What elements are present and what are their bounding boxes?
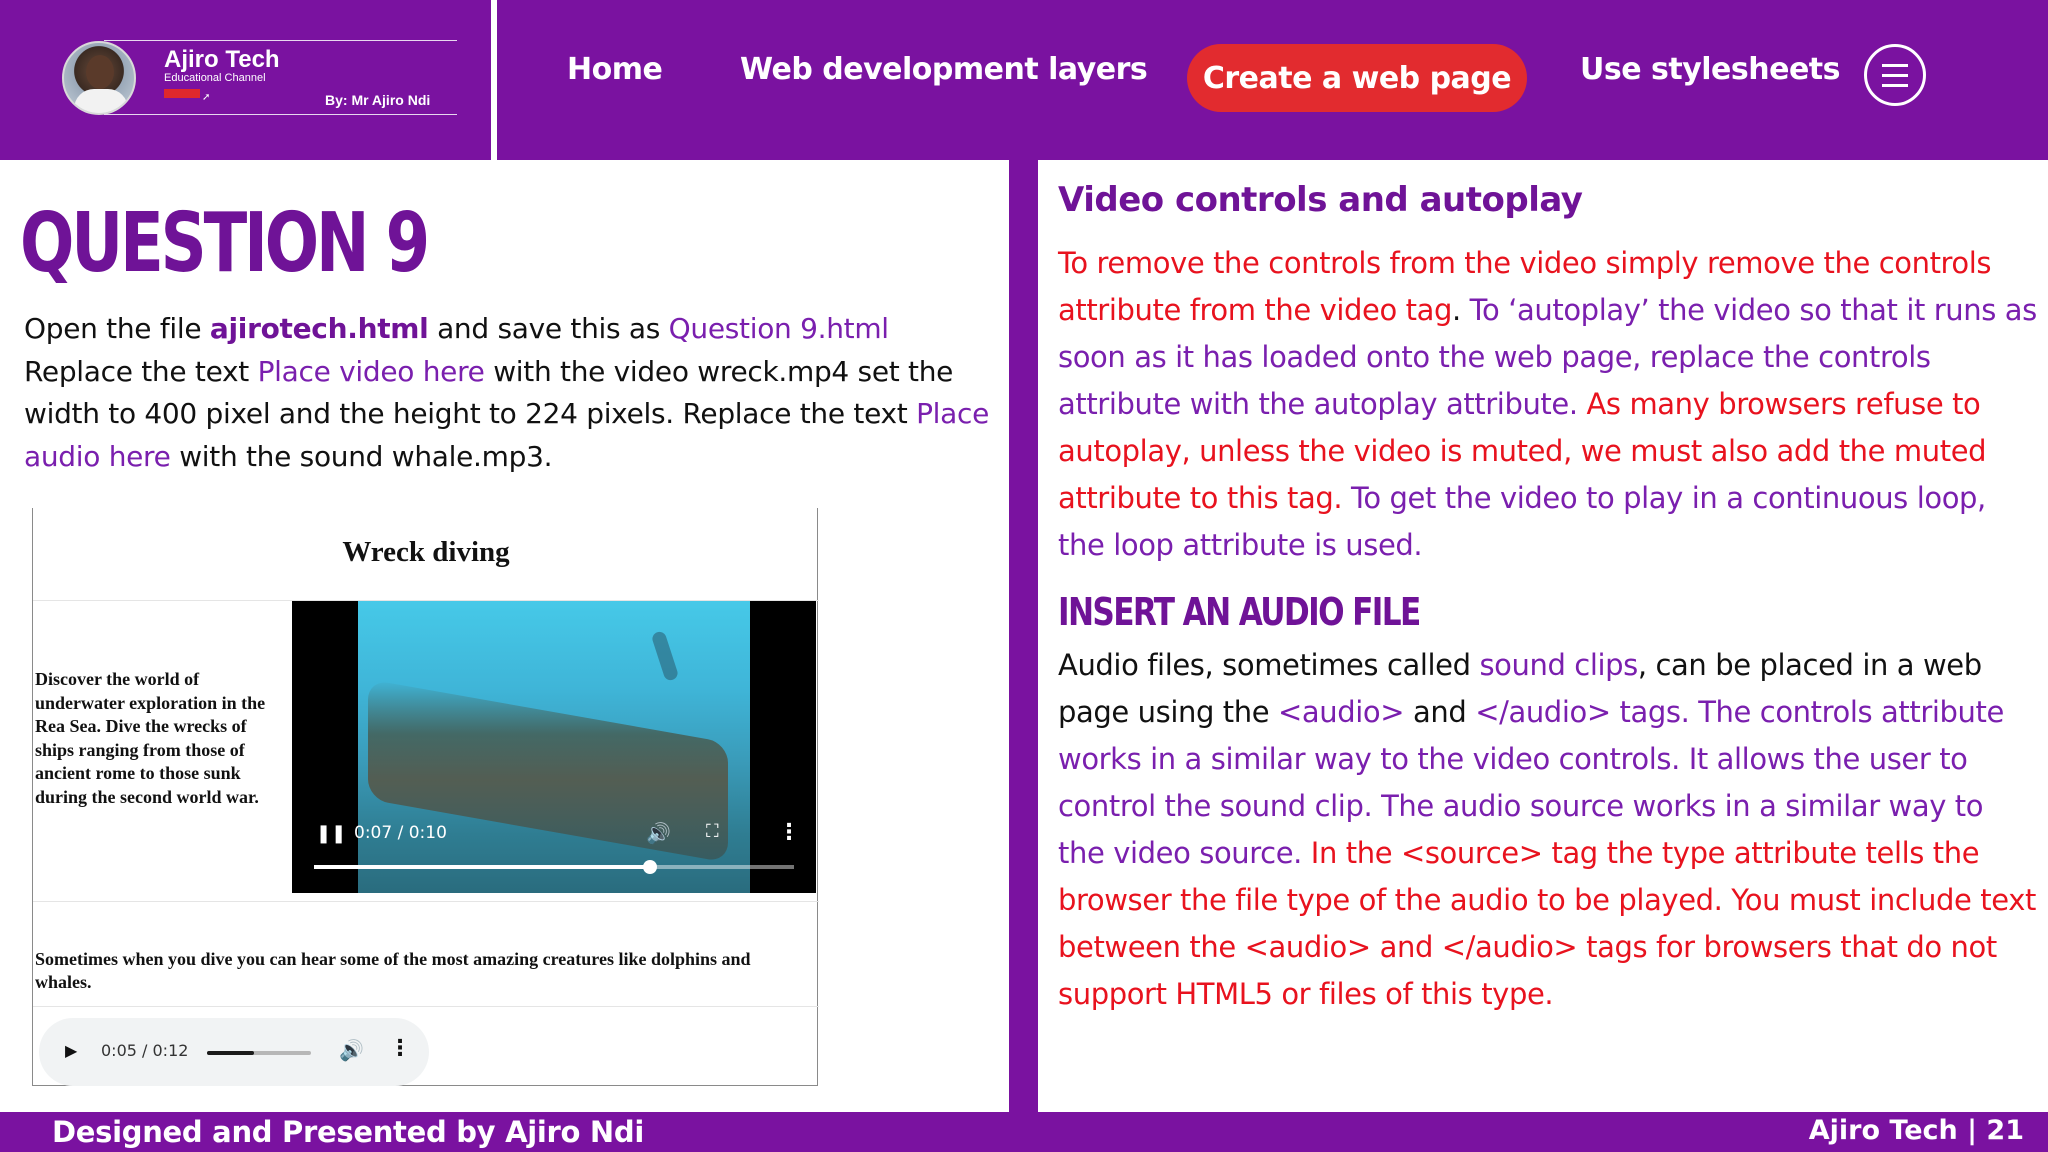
preview-divider (33, 1006, 819, 1007)
menu-line-middle (1882, 74, 1908, 77)
logo-rule-bottom (104, 114, 457, 115)
volume-icon[interactable]: 🔊 (646, 821, 671, 846)
logo-rule-top (104, 40, 457, 41)
preview-heading: Wreck diving (342, 536, 510, 568)
nav-web-development-layers[interactable]: Web development layers (740, 52, 1148, 87)
instruction-text: Open the file (24, 312, 210, 345)
subscribe-badge (164, 89, 200, 98)
section-heading-audio: INSERT AN AUDIO FILE (1058, 590, 1421, 634)
instruction-text: and save this as (428, 312, 669, 345)
pause-icon[interactable]: ❚❚ (316, 823, 346, 844)
top-header: Ajiro Tech Educational Channel ➚ By: Mr … (0, 0, 2048, 160)
left-panel: QUESTION 9 Open the file ajirotech.html … (0, 160, 1009, 1112)
text-black: and (1404, 695, 1476, 729)
menu-line-bottom (1882, 84, 1908, 87)
footer-page-number: Ajiro Tech | 21 (1808, 1115, 2024, 1146)
cursor-icon: ➚ (202, 92, 211, 103)
preview-description: Discover the world of underwater explora… (35, 669, 266, 807)
nav-home[interactable]: Home (567, 52, 663, 87)
audio-progress-fill (207, 1051, 254, 1055)
audio-progress-bar[interactable] (207, 1051, 311, 1055)
diver-image (650, 630, 680, 682)
text-purple: sound clips (1479, 648, 1638, 682)
avatar (62, 41, 136, 115)
text-black: Audio files, sometimes called (1058, 648, 1480, 682)
question-title: QUESTION 9 (20, 196, 430, 291)
logo-name: Ajiro Tech (164, 46, 280, 73)
audio-paragraph: Audio files, sometimes called sound clip… (1058, 642, 2038, 1018)
instruction-placeholder-video: Place video here (257, 354, 485, 388)
header-divider (491, 0, 497, 160)
video-progress-thumb[interactable] (643, 860, 657, 874)
more-options-icon[interactable]: ⋮ (778, 819, 800, 845)
footer-credit: Designed and Presented by Ajiro Ndi (52, 1115, 645, 1149)
avatar-shirt (74, 89, 128, 113)
instruction-file-source: ajirotech.html (209, 312, 429, 345)
fullscreen-icon[interactable]: ⛶ (706, 821, 719, 842)
volume-icon[interactable]: 🔊 (339, 1038, 364, 1063)
section-heading-video: Video controls and autoplay (1058, 180, 1583, 220)
preview-sound-text: Sometimes when you dive you can hear som… (35, 949, 751, 992)
text-purple: <audio> (1278, 695, 1405, 729)
video-controls-paragraph: To remove the controls from the video si… (1058, 240, 2038, 569)
preview-divider (33, 901, 819, 902)
instruction-text: with the sound whale.mp3. (170, 439, 553, 473)
video-frame (358, 601, 750, 893)
avatar-head (86, 55, 114, 89)
footer: Designed and Presented by Ajiro Ndi Ajir… (0, 1112, 2048, 1152)
hamburger-menu-icon[interactable] (1864, 44, 1926, 106)
video-time: 0:07 / 0:10 (354, 823, 447, 843)
video-player[interactable]: ❚❚ 0:07 / 0:10 🔊 ⛶ ⋮ (292, 601, 816, 893)
logo-subtitle: Educational Channel (164, 72, 266, 84)
menu-line-top (1882, 64, 1908, 67)
instruction-text: Replace the text (24, 354, 258, 388)
channel-logo[interactable]: Ajiro Tech Educational Channel ➚ By: Mr … (62, 38, 457, 118)
video-progress-fill (314, 865, 650, 869)
instruction-file-target: Question 9.html (668, 312, 889, 345)
text-black: . (1452, 293, 1470, 327)
webpage-preview: Wreck diving Discover the world of under… (32, 508, 819, 1086)
audio-player[interactable]: ▶ 0:05 / 0:12 🔊 ⋮ (39, 1018, 429, 1086)
question-instructions: Open the file ajirotech.html and save th… (24, 308, 994, 478)
play-icon[interactable]: ▶ (65, 1041, 77, 1061)
video-progress-bar[interactable] (314, 860, 794, 874)
more-options-icon[interactable]: ⋮ (389, 1035, 411, 1061)
logo-author: By: Mr Ajiro Ndi (325, 92, 431, 108)
nav-use-stylesheets[interactable]: Use stylesheets (1580, 52, 1841, 87)
nav-create-a-web-page[interactable]: Create a web page (1187, 44, 1527, 112)
audio-time: 0:05 / 0:12 (101, 1041, 189, 1060)
right-panel: Video controls and autoplay To remove th… (1038, 160, 2048, 1112)
